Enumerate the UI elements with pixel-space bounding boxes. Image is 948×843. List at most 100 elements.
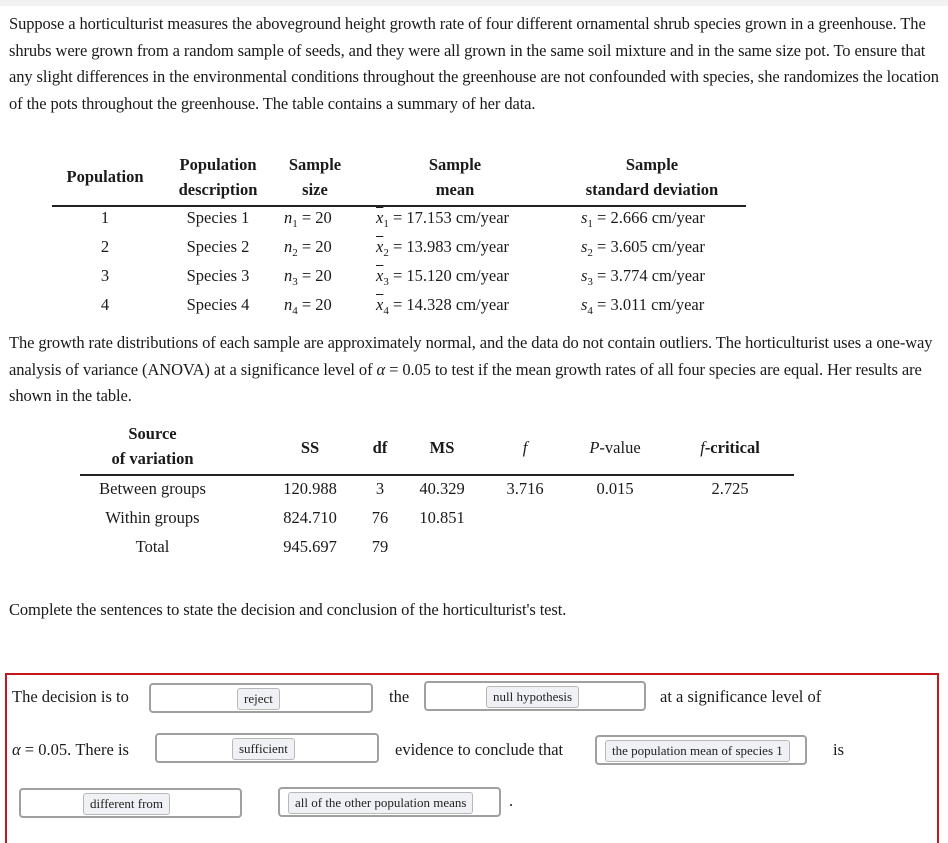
- text-decision: The decision is to: [12, 687, 129, 706]
- text-alpha-there-is: α = 0.05. There is: [12, 740, 129, 760]
- sd-value: = 2.666 cm/year: [592, 208, 705, 227]
- cell-sample-mean: x4 = 14.328 cm/year: [376, 295, 510, 317]
- alpha-symbol-answer: α: [12, 740, 21, 759]
- cell-ms: 40.329: [419, 479, 465, 498]
- text-the: the: [389, 687, 410, 706]
- evidence-chip[interactable]: sufficient: [232, 738, 295, 760]
- n-value: = 20: [297, 237, 332, 256]
- n-subscript: 1: [292, 218, 298, 230]
- n-value: = 20: [297, 295, 332, 314]
- hypothesis-chip[interactable]: null hypothesis: [486, 686, 580, 708]
- n-subscript: 2: [292, 247, 298, 259]
- summary-header-rule: [52, 205, 746, 207]
- cell-ss: 824.710: [283, 508, 337, 527]
- cell-sample-mean: x1 = 17.153 cm/year: [376, 208, 510, 230]
- intro-paragraph: Suppose a horticulturist measures the ab…: [9, 14, 939, 113]
- header-source: Source of variation: [90, 421, 215, 471]
- header-f-label: f: [522, 438, 528, 457]
- cell-sample-mean: x3 = 15.120 cm/year: [376, 266, 509, 288]
- subject-drop-slot[interactable]: the population mean of species 1: [595, 735, 807, 765]
- header-fcrit-rest: -critical: [704, 438, 760, 457]
- text-period: .: [509, 791, 514, 810]
- cell-source: Between groups: [99, 479, 206, 498]
- header-size-line2: size: [302, 180, 328, 199]
- cell-sample-size: n1 = 20: [284, 208, 332, 230]
- header-population: Population: [66, 167, 144, 186]
- header-sd-line2: standard deviation: [585, 180, 719, 199]
- s-subscript: 2: [587, 247, 593, 259]
- cell-sample-sd: s1 = 2.666 cm/year: [581, 208, 705, 230]
- relation-chip[interactable]: different from: [83, 793, 171, 815]
- cell-population: 2: [100, 237, 110, 256]
- cell-population: 1: [100, 208, 110, 227]
- text-at-significance-level: at a significance level of: [660, 687, 822, 706]
- n-subscript: 3: [292, 276, 298, 288]
- header-sample-size: Sample size: [280, 152, 350, 202]
- cell-p-value: 0.015: [596, 479, 634, 498]
- header-mean-line1: Sample: [428, 155, 482, 174]
- cell-f-critical: 2.725: [711, 479, 749, 498]
- n-symbol: n: [284, 295, 293, 314]
- cell-ms: 10.851: [419, 508, 465, 527]
- cell-population: 3: [100, 266, 110, 285]
- comparison-drop-slot[interactable]: all of the other population means: [278, 787, 501, 817]
- decision-chip[interactable]: reject: [237, 688, 280, 710]
- header-sd-line1: Sample: [625, 155, 679, 174]
- cell-description: Species 2: [186, 237, 250, 256]
- header-sample-mean: Sample mean: [400, 152, 510, 202]
- n-value: = 20: [297, 208, 332, 227]
- cell-sample-sd: s4 = 3.011 cm/year: [581, 295, 705, 317]
- header-f-critical: f-critical: [680, 435, 780, 460]
- s-subscript: 4: [587, 305, 593, 317]
- text-evidence-to-conclude: evidence to conclude that: [395, 740, 564, 759]
- mean-value: = 13.983 cm/year: [388, 237, 510, 256]
- mean-value: = 17.153 cm/year: [388, 208, 510, 227]
- header-df: df: [372, 438, 388, 457]
- relation-drop-slot[interactable]: different from: [19, 788, 242, 818]
- anova-header-rule: [80, 474, 794, 476]
- cell-sample-size: n4 = 20: [284, 295, 332, 317]
- mean-value: = 14.328 cm/year: [388, 295, 510, 314]
- header-p-rest: -value: [599, 438, 641, 457]
- cell-description: Species 3: [186, 266, 250, 285]
- n-value: = 20: [297, 266, 332, 285]
- sd-value: = 3.605 cm/year: [592, 237, 705, 256]
- xbar-subscript: 2: [383, 247, 389, 259]
- n-subscript: 4: [292, 305, 298, 317]
- cell-sample-size: n2 = 20: [284, 237, 332, 259]
- hypothesis-drop-slot[interactable]: null hypothesis: [424, 681, 646, 711]
- decision-drop-slot[interactable]: reject: [149, 683, 373, 713]
- top-bar: [0, 0, 948, 6]
- header-description-line1: Population: [179, 155, 257, 174]
- answer-region: The decision is to reject the null hypot…: [5, 673, 939, 843]
- cell-population: 4: [100, 295, 110, 314]
- header-mean-line2: mean: [435, 180, 475, 199]
- middle-paragraph: The growth rate distributions of each sa…: [9, 330, 939, 410]
- comparison-chip[interactable]: all of the other population means: [288, 792, 474, 814]
- cell-df: 79: [371, 537, 389, 556]
- cell-sample-sd: s3 = 3.774 cm/year: [581, 266, 705, 288]
- instruction-text: Complete the sentences to state the deci…: [9, 600, 567, 619]
- header-sample-sd: Sample standard deviation: [572, 152, 732, 202]
- sd-value: = 3.011 cm/year: [592, 295, 705, 314]
- header-description: Population description: [170, 152, 266, 202]
- xbar-subscript: 1: [383, 218, 389, 230]
- cell-source: Within groups: [105, 508, 200, 527]
- n-symbol: n: [284, 266, 293, 285]
- header-description-line2: description: [178, 180, 258, 199]
- header-source-line2: of variation: [111, 449, 194, 468]
- cell-ss: 945.697: [283, 537, 337, 556]
- s-subscript: 1: [587, 218, 593, 230]
- xbar-subscript: 4: [383, 305, 389, 317]
- subject-chip[interactable]: the population mean of species 1: [605, 740, 790, 762]
- n-symbol: n: [284, 237, 293, 256]
- cell-sample-size: n3 = 20: [284, 266, 332, 288]
- header-f: f: [500, 435, 550, 460]
- s-subscript: 3: [587, 276, 593, 288]
- text-alpha-value: = 0.05. There is: [20, 740, 129, 759]
- evidence-drop-slot[interactable]: sufficient: [155, 733, 379, 763]
- header-p-italic: P: [589, 438, 600, 457]
- cell-f: 3.716: [506, 479, 544, 498]
- cell-sample-mean: x2 = 13.983 cm/year: [376, 237, 510, 259]
- cell-description: Species 1: [186, 208, 250, 227]
